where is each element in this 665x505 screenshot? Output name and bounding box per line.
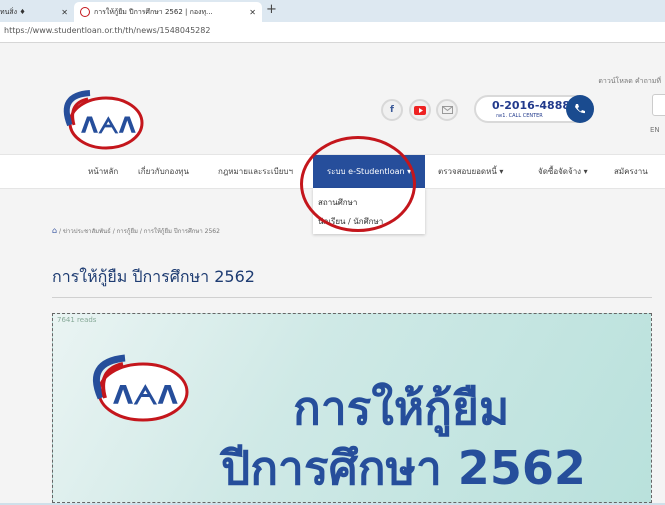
call-center-button[interactable]: 0-2016-4888 กด1. CALL CENTER: [474, 95, 594, 123]
home-icon[interactable]: ⌂: [52, 226, 57, 235]
url-text[interactable]: https://www.studentloan.or.th/th/news/15…: [4, 26, 210, 35]
youtube-icon[interactable]: [409, 99, 431, 121]
breadcrumb: ⌂ / ข่าวประชาสัมพันธ์ / การกู้ยืม / การใ…: [52, 226, 220, 236]
news-banner-image: 7641 reads ΛᗅΛ การให้กู้ยืม ปีการศึกษา 2…: [52, 313, 652, 503]
nav-item-about[interactable]: เกี่ยวกับกองทุน: [138, 155, 189, 188]
lang-switch-box[interactable]: [652, 94, 665, 116]
nav-item-procurement[interactable]: จัดซื้อจัดจ้าง ▾: [538, 155, 588, 188]
tab-label: การให้กู้ยืม ปีการศึกษา 2562 | กองทุ...: [94, 7, 213, 16]
breadcrumb-text[interactable]: / ข่าวประชาสัมพันธ์ / การกู้ยืม / การให้…: [59, 228, 220, 235]
banner-headline-line2: ปีการศึกษา 2562: [221, 441, 586, 495]
svg-text:ΛᗅΛ: ΛᗅΛ: [113, 381, 178, 411]
highlight-circle: [300, 136, 416, 232]
title-divider: [52, 297, 652, 298]
tab-label: ทนสิ่ง ♦: [0, 7, 26, 16]
svg-text:ΛᗅΛ: ΛᗅΛ: [81, 114, 136, 139]
nav-item-home[interactable]: หน้าหลัก: [88, 155, 118, 188]
nav-item-jobs[interactable]: สมัครงาน: [614, 155, 648, 188]
lang-en-link[interactable]: EN: [650, 126, 660, 134]
close-icon[interactable]: ✕: [61, 8, 68, 17]
nav-item-law[interactable]: กฎหมายและระเบียบฯ: [218, 155, 293, 188]
address-bar[interactable]: https://www.studentloan.or.th/th/news/15…: [0, 22, 665, 43]
site-logo[interactable]: ΛᗅΛ: [48, 89, 146, 153]
facebook-icon[interactable]: f: [381, 99, 403, 121]
mail-icon[interactable]: [436, 99, 458, 121]
browser-tab-active[interactable]: การให้กู้ยืม ปีการศึกษา 2562 | กองทุ... …: [74, 2, 262, 22]
new-tab-button[interactable]: +: [266, 2, 277, 17]
call-center-label: กด1. CALL CENTER: [496, 113, 543, 119]
banner-logo: ΛᗅΛ: [75, 354, 193, 426]
read-count: 7641 reads: [57, 316, 97, 324]
browser-tab-strip: ทนสิ่ง ♦ ✕ การให้กู้ยืม ปีการศึกษา 2562 …: [0, 0, 665, 22]
web-page: ดาวน์โหลด คำถามที่ ΛᗅΛ f 0-2016-4888 กด1…: [0, 43, 665, 503]
favicon-icon: [80, 7, 90, 17]
top-links[interactable]: ดาวน์โหลด คำถามที่: [598, 76, 661, 87]
page-title: การให้กู้ยืม ปีการศึกษา 2562: [52, 267, 255, 286]
call-center-number: 0-2016-4888: [492, 99, 571, 112]
close-icon[interactable]: ✕: [249, 8, 256, 17]
top-bar: [0, 43, 665, 81]
phone-icon: [566, 95, 594, 123]
nav-item-debt-check[interactable]: ตรวจสอบยอดหนี้ ▾: [438, 155, 503, 188]
browser-tab-inactive[interactable]: ทนสิ่ง ♦ ✕: [0, 2, 74, 22]
